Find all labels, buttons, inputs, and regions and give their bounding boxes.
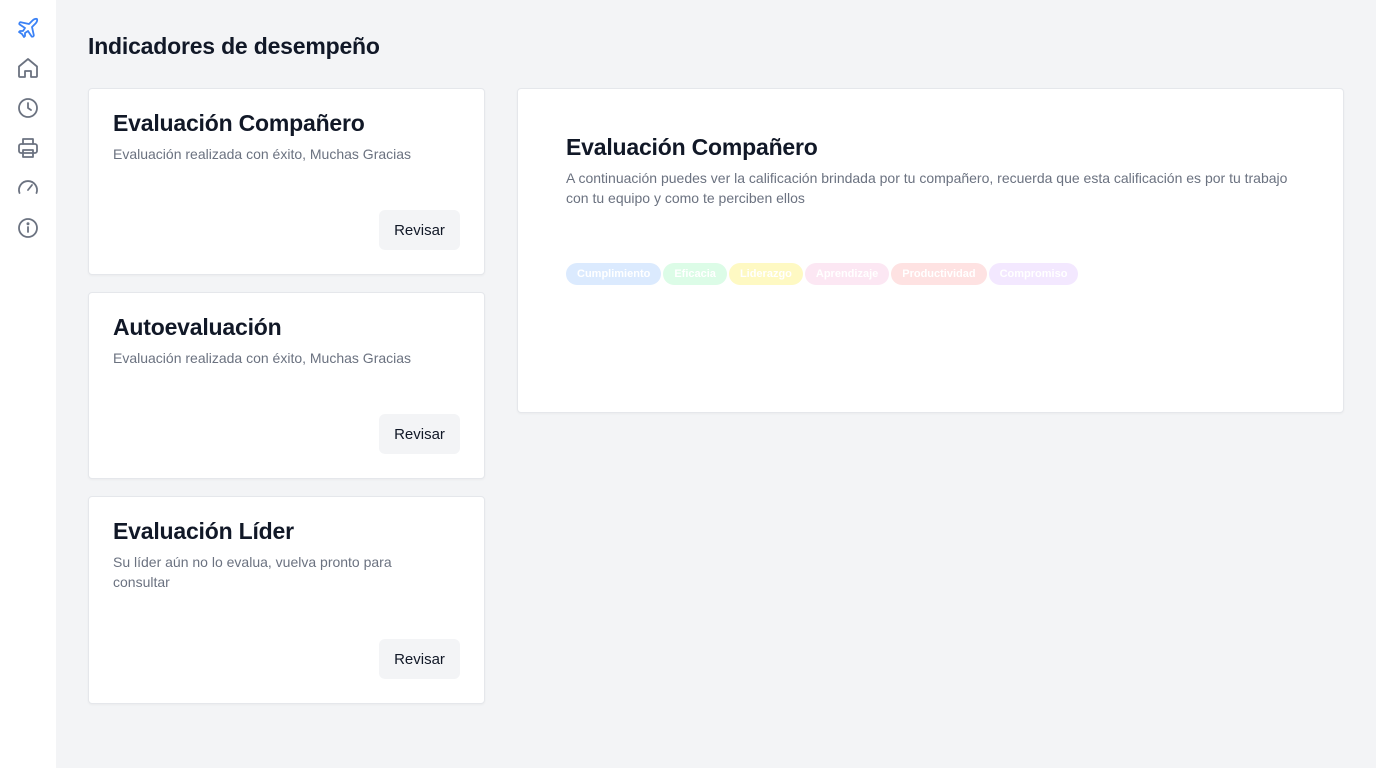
nav-clock-button[interactable] xyxy=(14,94,42,122)
detail-panel: Evaluación Compañero A continuación pued… xyxy=(517,88,1344,413)
nav-gauge-button[interactable] xyxy=(14,174,42,202)
card-description: Evaluación realizada con éxito, Muchas G… xyxy=(113,350,412,366)
card-title: Evaluación Líder xyxy=(113,518,294,544)
detail-title: Evaluación Compañero xyxy=(566,134,818,160)
nav-home-button[interactable] xyxy=(14,54,42,82)
legend-chip-cumplimiento[interactable]: Cumplimiento xyxy=(566,263,662,285)
nav-airplane-button[interactable] xyxy=(14,14,42,42)
legend-chip-liderazgo[interactable]: Liderazgo xyxy=(728,263,803,285)
clock-icon xyxy=(18,98,38,118)
legend-chip-eficacia[interactable]: Eficacia xyxy=(663,263,727,285)
card-description: Evaluación realizada con éxito, Muchas G… xyxy=(113,146,412,162)
info-icon xyxy=(18,218,38,238)
legend-chip-productividad[interactable]: Productividad xyxy=(891,263,987,285)
card-evaluacion-companero: Evaluación Compañero Evaluación realizad… xyxy=(88,88,485,275)
airplane-icon xyxy=(18,17,39,38)
card-description: Su líder aún no lo evalua, vuelva pronto… xyxy=(113,554,392,590)
sidebar xyxy=(0,0,56,768)
card-title: Autoevaluación xyxy=(113,314,282,340)
legend-chip-aprendizaje[interactable]: Aprendizaje xyxy=(804,263,890,285)
nav-info-button[interactable] xyxy=(14,214,42,242)
review-button[interactable]: Revisar xyxy=(379,210,460,250)
card-evaluacion-lider: Evaluación Líder Su líder aún no lo eval… xyxy=(88,496,485,704)
main-content: Indicadores de desempeño Evaluación Comp… xyxy=(56,0,1376,768)
page-title: Indicadores de desempeño xyxy=(88,33,380,59)
legend-chip-compromiso[interactable]: Compromiso xyxy=(988,263,1079,285)
chart-legend: Cumplimiento Eficacia Liderazgo Aprendiz… xyxy=(566,263,1079,285)
gauge-icon xyxy=(18,180,38,194)
review-button[interactable]: Revisar xyxy=(379,414,460,454)
card-title: Evaluación Compañero xyxy=(113,110,365,136)
home-icon xyxy=(18,58,38,78)
review-button[interactable]: Revisar xyxy=(379,639,460,679)
nav-printer-button[interactable] xyxy=(14,134,42,162)
printer-icon xyxy=(18,138,38,158)
card-autoevaluacion: Autoevaluación Evaluación realizada con … xyxy=(88,292,485,479)
app-root: Indicadores de desempeño Evaluación Comp… xyxy=(0,0,1376,768)
detail-description: A continuación puedes ver la calificació… xyxy=(566,170,1288,206)
